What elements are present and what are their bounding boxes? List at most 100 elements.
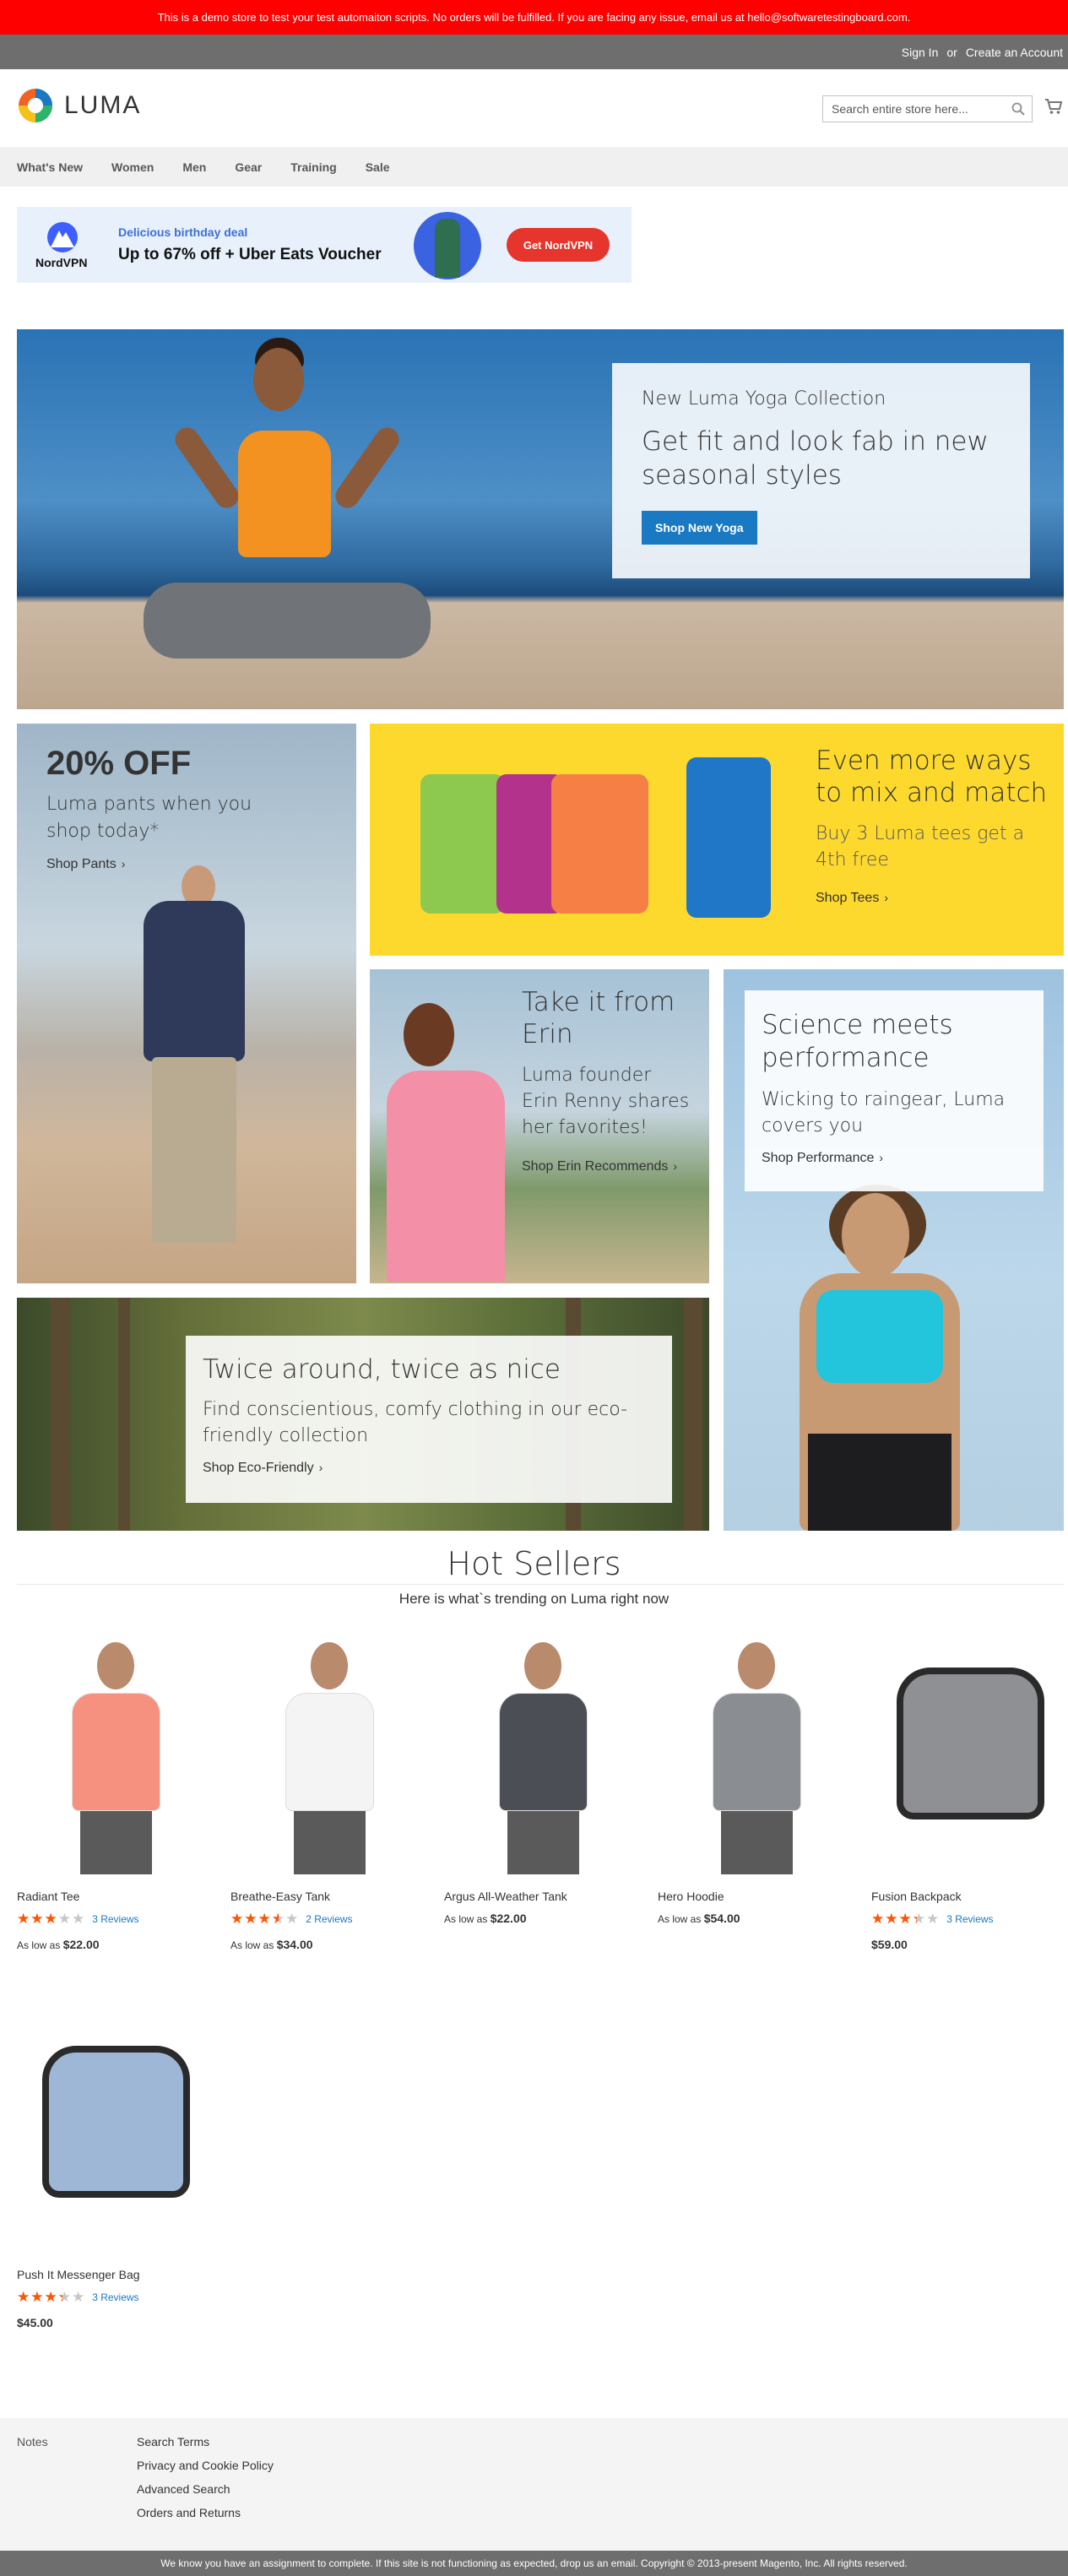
footer-link-orders-returns[interactable]: Orders and Returns (137, 2506, 274, 2519)
performance-model-pants (808, 1434, 951, 1531)
luma-logo[interactable]: LUMA (17, 87, 141, 124)
performance-headline: Science meets performance (762, 1010, 953, 1073)
shop-tees-link[interactable]: Shop Tees › (816, 891, 888, 906)
chevron-right-icon: › (121, 857, 126, 870)
product-image[interactable] (17, 1634, 215, 1874)
tees-promo-block[interactable]: Even more ways to mix and match Buy 3 Lu… (370, 724, 1064, 956)
price-value: $45.00 (17, 2316, 53, 2329)
product-card: Breathe-Easy Tank ★★★★★★★★★★ 2 Reviews A… (230, 1634, 429, 1951)
erin-recommends-block[interactable]: Take it from Erin Luma founder Erin Renn… (370, 969, 709, 1283)
cart-icon[interactable] (1044, 98, 1063, 117)
shop-erin-recommends-link[interactable]: Shop Erin Recommends › (522, 1159, 677, 1174)
product-model-head (738, 1642, 775, 1689)
price-value: $22.00 (490, 1912, 527, 1925)
nav-item-men[interactable]: Men (182, 160, 206, 174)
shop-pants-label: Shop Pants (46, 857, 117, 871)
product-card: Radiant Tee ★★★★★★★★★★ 3 Reviews As low … (17, 1634, 215, 1951)
nav-item-whats-new[interactable]: What's New (17, 160, 83, 174)
chevron-right-icon: › (879, 1151, 884, 1164)
product-garment (285, 1693, 374, 1811)
product-card: Hero Hoodie As low as $54.00 (658, 1634, 856, 1925)
hero-text-box: New Luma Yoga Collection Get fit and loo… (612, 363, 1030, 578)
product-card: Argus All-Weather Tank As low as $22.00 (444, 1634, 642, 1925)
product-image[interactable] (658, 1634, 856, 1874)
price-value: $54.00 (703, 1912, 740, 1925)
hero-yoga-banner[interactable]: New Luma Yoga Collection Get fit and loo… (17, 329, 1064, 709)
nav-item-training[interactable]: Training (290, 160, 336, 174)
or-text: or (946, 45, 957, 59)
nav-item-sale[interactable]: Sale (366, 160, 390, 174)
nordvpn-mountain-icon (47, 222, 78, 252)
demo-notice-text: This is a demo store to test your test a… (157, 11, 911, 24)
luma-logo-icon (19, 89, 52, 122)
product-rating: ★★★★★★★★★★ 3 Reviews (17, 2290, 215, 2304)
forest-tree (118, 1298, 130, 1531)
ad-cta-button[interactable]: Get NordVPN (507, 228, 610, 262)
hot-sellers-title: Hot Sellers (447, 1545, 621, 1582)
shop-erin-label: Shop Erin Recommends (522, 1159, 669, 1174)
product-price: As low as $22.00 (17, 1938, 215, 1951)
nordvpn-ad-banner[interactable]: NordVPN Delicious birthday deal Up to 67… (17, 207, 632, 283)
shop-pants-link[interactable]: Shop Pants › (46, 857, 125, 872)
hero-subtitle: Get fit and look fab in new seasonal sty… (642, 426, 989, 491)
ad-line2: Up to 67% off + Uber Eats Voucher (118, 246, 382, 263)
price-value: $59.00 (871, 1938, 908, 1951)
product-image[interactable] (17, 2012, 215, 2253)
footer-notes-link[interactable]: Notes (17, 2435, 48, 2449)
chevron-right-icon: › (318, 1461, 323, 1474)
product-rating: ★★★★★★★★★★ 3 Reviews (871, 1912, 1068, 1926)
product-reviews-link[interactable]: 3 Reviews (946, 1913, 993, 1925)
product-image[interactable] (871, 1634, 1068, 1874)
hero-model-arm-left (170, 422, 244, 513)
product-image[interactable] (444, 1634, 642, 1874)
nav-item-gear[interactable]: Gear (235, 160, 262, 174)
shop-performance-label: Shop Performance (762, 1151, 875, 1165)
footer-link-advanced-search[interactable]: Advanced Search (137, 2482, 274, 2496)
ad-line1: Delicious birthday deal (118, 225, 248, 239)
nav-item-women[interactable]: Women (111, 160, 154, 174)
forest-tree (51, 1298, 69, 1531)
pants-promo-block[interactable]: 20% OFF Luma pants when you shop today* … (17, 724, 356, 1283)
product-name[interactable]: Hero Hoodie (658, 1890, 856, 1903)
rating-stars-icon: ★★★★★★★★★★ (17, 1911, 86, 1927)
shop-performance-link[interactable]: Shop Performance › (762, 1151, 1027, 1166)
product-name[interactable]: Radiant Tee (17, 1890, 215, 1903)
pants-headline: 20% OFF (46, 745, 192, 782)
product-rating: ★★★★★★★★★★ 3 Reviews (17, 1912, 215, 1926)
shop-new-yoga-button[interactable]: Shop New Yoga (642, 511, 757, 545)
hero-model-face (253, 348, 304, 411)
shop-eco-friendly-link[interactable]: Shop Eco-Friendly › (203, 1461, 655, 1476)
logo-text: LUMA (64, 91, 142, 119)
product-name[interactable]: Fusion Backpack (871, 1890, 1068, 1903)
product-model-legs (721, 1811, 793, 1874)
product-name[interactable]: Argus All-Weather Tank (444, 1890, 642, 1903)
price-value: $22.00 (62, 1938, 100, 1951)
product-reviews-link[interactable]: 3 Reviews (92, 2291, 138, 2303)
create-account-link[interactable]: Create an Account (966, 46, 1063, 59)
performance-text: Wicking to raingear, Luma covers you (762, 1089, 1006, 1136)
product-card: Push It Messenger Bag ★★★★★★★★★★ 3 Revie… (17, 2012, 215, 2329)
product-rating: ★★★★★★★★★★ 2 Reviews (230, 1912, 429, 1926)
sign-in-link[interactable]: Sign In (902, 46, 939, 59)
product-reviews-link[interactable]: 2 Reviews (306, 1913, 352, 1925)
search-icon[interactable] (1011, 102, 1025, 118)
footer-link-search-terms[interactable]: Search Terms (137, 2435, 274, 2449)
product-name[interactable]: Breathe-Easy Tank (230, 1890, 429, 1903)
price-prefix: As low as (658, 1913, 702, 1925)
product-reviews-link[interactable]: 3 Reviews (92, 1913, 138, 1925)
product-model-legs (80, 1811, 152, 1874)
product-model-legs (294, 1811, 366, 1874)
search-box (822, 95, 1033, 122)
eco-headline: Twice around, twice as nice (203, 1354, 561, 1385)
eco-text: Find conscientious, comfy clothing in ou… (203, 1399, 628, 1446)
search-input[interactable] (832, 102, 1000, 116)
rating-stars-icon: ★★★★★★★★★★ (230, 1911, 300, 1927)
chevron-right-icon: › (884, 891, 888, 904)
product-image[interactable] (230, 1634, 429, 1874)
main-navigation: What's New Women Men Gear Training Sale (0, 147, 1068, 187)
eco-friendly-block[interactable]: Twice around, twice as nice Find conscie… (17, 1298, 709, 1531)
performance-block[interactable]: Science meets performance Wicking to rai… (724, 969, 1064, 1531)
product-bag-shape (897, 1668, 1044, 1819)
product-name[interactable]: Push It Messenger Bag (17, 2268, 215, 2281)
footer-link-privacy[interactable]: Privacy and Cookie Policy (137, 2459, 274, 2472)
